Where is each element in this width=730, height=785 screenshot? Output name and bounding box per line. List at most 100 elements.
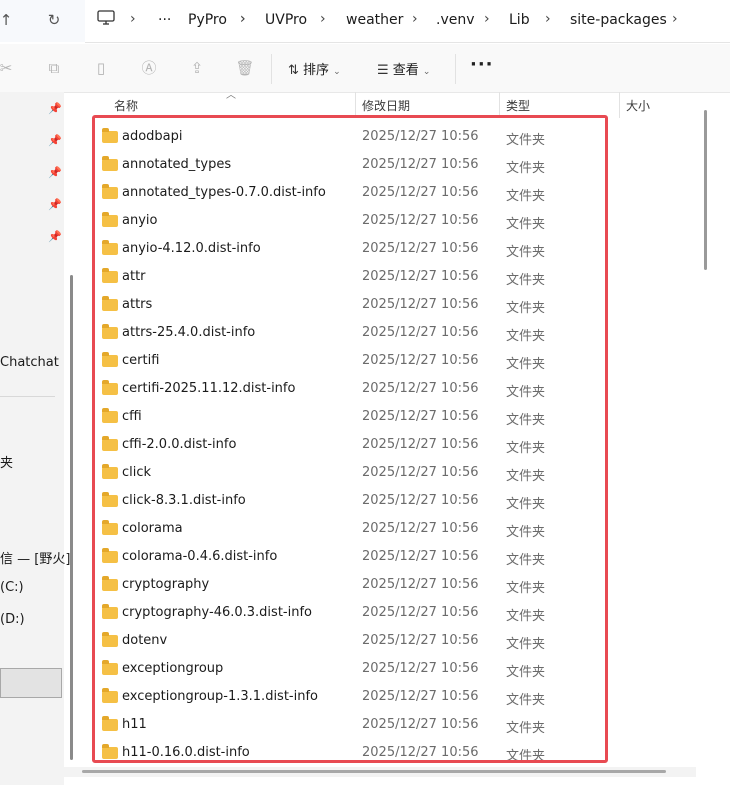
file-type: 文件夹 bbox=[506, 301, 546, 316]
column-divider[interactable] bbox=[499, 92, 500, 118]
file-type: 文件夹 bbox=[506, 329, 546, 344]
column-header-type[interactable]: 类型 bbox=[506, 97, 530, 114]
file-name: adodbapi bbox=[122, 129, 183, 144]
nav-scrollbar[interactable] bbox=[70, 275, 73, 760]
file-row[interactable]: h11-0.16.0.dist-info 2025/12/27 10:56 文件夹 bbox=[96, 739, 604, 767]
breadcrumb-item[interactable]: UVPro bbox=[265, 12, 307, 28]
file-row[interactable]: exceptiongroup-1.3.1.dist-info 2025/12/27… bbox=[96, 683, 604, 711]
nav-item-chatchat[interactable]: Chatchat bbox=[0, 355, 59, 370]
nav-item-drive-c[interactable]: (C:) bbox=[0, 580, 24, 595]
share-icon[interactable]: ⇪ bbox=[187, 58, 207, 78]
refresh-icon[interactable]: ↻ bbox=[44, 10, 64, 30]
file-row[interactable]: anyio 2025/12/27 10:56 文件夹 bbox=[96, 207, 604, 235]
breadcrumb-overflow[interactable]: ··· bbox=[158, 12, 171, 28]
file-row[interactable]: colorama-0.4.6.dist-info 2025/12/27 10:56… bbox=[96, 543, 604, 571]
file-row[interactable]: adodbapi 2025/12/27 10:56 文件夹 bbox=[96, 123, 604, 151]
folder-icon bbox=[102, 380, 118, 395]
file-row[interactable]: annotated_types 2025/12/27 10:56 文件夹 bbox=[96, 151, 604, 179]
folder-icon bbox=[102, 240, 118, 255]
file-type: 文件夹 bbox=[506, 273, 546, 288]
file-row[interactable]: attrs 2025/12/27 10:56 文件夹 bbox=[96, 291, 604, 319]
file-date: 2025/12/27 10:56 bbox=[362, 325, 479, 340]
file-name: exceptiongroup-1.3.1.dist-info bbox=[122, 689, 318, 704]
file-row[interactable]: attrs-25.4.0.dist-info 2025/12/27 10:56 文件… bbox=[96, 319, 604, 347]
nav-item-folder[interactable]: 夹 bbox=[0, 452, 13, 471]
file-date: 2025/12/27 10:56 bbox=[362, 409, 479, 424]
file-name: colorama bbox=[122, 521, 183, 536]
folder-icon bbox=[102, 716, 118, 731]
nav-item-drive-d[interactable]: (D:) bbox=[0, 612, 25, 627]
file-row[interactable]: click 2025/12/27 10:56 文件夹 bbox=[96, 459, 604, 487]
pin-icon[interactable]: 📌 bbox=[48, 166, 62, 180]
paste-icon[interactable]: ▯ bbox=[91, 58, 111, 78]
folder-icon bbox=[102, 604, 118, 619]
breadcrumb-item[interactable]: .venv bbox=[436, 12, 475, 28]
file-row[interactable]: attr 2025/12/27 10:56 文件夹 bbox=[96, 263, 604, 291]
chevron-down-icon: ⌄ bbox=[333, 67, 341, 77]
file-row[interactable]: annotated_types-0.7.0.dist-info 2025/12/2… bbox=[96, 179, 604, 207]
up-arrow-icon[interactable]: ↑ bbox=[0, 10, 16, 30]
file-name: attrs-25.4.0.dist-info bbox=[122, 325, 256, 340]
view-button[interactable]: ☰ 查看 ⌄ bbox=[377, 59, 430, 78]
cut-icon[interactable]: ✂ bbox=[0, 58, 16, 78]
sort-button[interactable]: ⇅ 排序 ⌄ bbox=[288, 59, 341, 78]
file-row[interactable]: certifi-2025.11.12.dist-info 2025/12/27 1… bbox=[96, 375, 604, 403]
chevron-right-icon: › bbox=[484, 11, 490, 27]
file-row[interactable]: colorama 2025/12/27 10:56 文件夹 bbox=[96, 515, 604, 543]
pin-icon[interactable]: 📌 bbox=[48, 134, 62, 148]
file-row[interactable]: h11 2025/12/27 10:56 文件夹 bbox=[96, 711, 604, 739]
file-type: 文件夹 bbox=[506, 161, 546, 176]
file-row[interactable]: cryptography 2025/12/27 10:56 文件夹 bbox=[96, 571, 604, 599]
file-name: cryptography bbox=[122, 577, 210, 592]
breadcrumb-item[interactable]: Lib bbox=[509, 12, 530, 28]
column-divider[interactable] bbox=[355, 92, 356, 118]
copy-icon[interactable]: ⧉ bbox=[44, 58, 64, 78]
breadcrumb-item[interactable]: site-packages bbox=[570, 12, 667, 28]
column-header-size[interactable]: 大小 bbox=[626, 97, 650, 114]
file-row[interactable]: anyio-4.12.0.dist-info 2025/12/27 10:56 文件… bbox=[96, 235, 604, 263]
horizontal-scrollbar[interactable] bbox=[82, 770, 666, 773]
nav-divider bbox=[0, 396, 55, 397]
toolbar-divider bbox=[455, 54, 456, 84]
folder-icon bbox=[102, 744, 118, 759]
file-date: 2025/12/27 10:56 bbox=[362, 605, 479, 620]
nav-item-selected[interactable] bbox=[0, 668, 62, 698]
address-bar[interactable]: › ··· › PyPro › UVPro › weather › .venv … bbox=[85, 0, 730, 43]
file-name: cryptography-46.0.3.dist-info bbox=[122, 605, 312, 620]
column-header-date[interactable]: 修改日期 bbox=[362, 97, 410, 114]
breadcrumb-item[interactable]: weather bbox=[346, 12, 403, 28]
file-type: 文件夹 bbox=[506, 721, 546, 736]
file-row[interactable]: certifi 2025/12/27 10:56 文件夹 bbox=[96, 347, 604, 375]
file-name: click-8.3.1.dist-info bbox=[122, 493, 246, 508]
file-row[interactable]: cffi-2.0.0.dist-info 2025/12/27 10:56 文件夹 bbox=[96, 431, 604, 459]
file-row[interactable]: cffi 2025/12/27 10:56 文件夹 bbox=[96, 403, 604, 431]
file-date: 2025/12/27 10:56 bbox=[362, 381, 479, 396]
pin-icon[interactable]: 📌 bbox=[48, 102, 62, 116]
file-date: 2025/12/27 10:56 bbox=[362, 241, 479, 256]
nav-item-wildfire[interactable]: 信 — [野火] bbox=[0, 548, 70, 567]
delete-icon[interactable]: 🗑 bbox=[235, 58, 255, 78]
column-divider[interactable] bbox=[619, 92, 620, 118]
breadcrumb-item[interactable]: PyPro bbox=[188, 12, 227, 28]
file-date: 2025/12/27 10:56 bbox=[362, 129, 479, 144]
file-type: 文件夹 bbox=[506, 693, 546, 708]
chevron-right-icon: › bbox=[320, 11, 326, 27]
file-row[interactable]: click-8.3.1.dist-info 2025/12/27 10:56 文件夹 bbox=[96, 487, 604, 515]
file-row[interactable]: cryptography-46.0.3.dist-info 2025/12/27 … bbox=[96, 599, 604, 627]
pin-icon[interactable]: 📌 bbox=[48, 198, 62, 212]
file-date: 2025/12/27 10:56 bbox=[362, 213, 479, 228]
folder-icon bbox=[102, 464, 118, 479]
file-row[interactable]: exceptiongroup 2025/12/27 10:56 文件夹 bbox=[96, 655, 604, 683]
rename-icon[interactable]: Ⓐ bbox=[139, 58, 159, 78]
file-date: 2025/12/27 10:56 bbox=[362, 633, 479, 648]
file-name: certifi bbox=[122, 353, 160, 368]
file-row[interactable]: dotenv 2025/12/27 10:56 文件夹 bbox=[96, 627, 604, 655]
folder-icon bbox=[102, 492, 118, 507]
file-type: 文件夹 bbox=[506, 133, 546, 148]
column-header-name[interactable]: 名称 bbox=[114, 97, 138, 114]
more-options-button[interactable]: ··· bbox=[470, 54, 494, 75]
vertical-scrollbar[interactable] bbox=[704, 110, 707, 270]
pin-icon[interactable]: 📌 bbox=[48, 230, 62, 244]
file-type: 文件夹 bbox=[506, 413, 546, 428]
file-date: 2025/12/27 10:56 bbox=[362, 689, 479, 704]
